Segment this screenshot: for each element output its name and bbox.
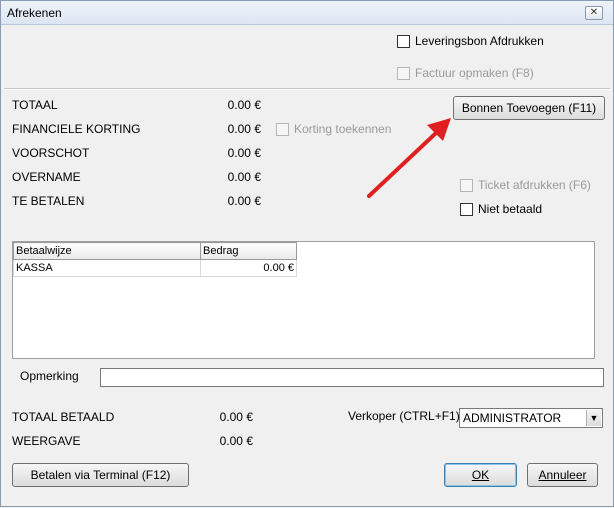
payments-grid[interactable]: Betaalwijze Bedrag KASSA 0.00 €: [12, 241, 595, 359]
totaal-betaald-label: TOTAAL BETAALD: [12, 410, 115, 424]
grid-header-row: Betaalwijze Bedrag: [13, 242, 297, 260]
te-betalen-label: TE BETALEN: [12, 194, 85, 208]
niet-betaald-checkbox[interactable]: Niet betaald: [460, 202, 542, 216]
divider: [4, 88, 610, 90]
checkbox-box: [397, 66, 410, 80]
ok-label: OK: [471, 468, 490, 482]
ticket-afdrukken-checkbox: Ticket afdrukken (F6): [460, 178, 591, 192]
column-header-bedrag[interactable]: Bedrag: [200, 242, 297, 260]
niet-betaald-label: Niet betaald: [478, 202, 543, 216]
factuur-checkbox: Factuur opmaken (F8): [397, 66, 534, 80]
voorschot-value: 0.00 €: [227, 146, 261, 160]
weergave-label: WEERGAVE: [12, 434, 81, 448]
annuleer-button[interactable]: Annuleer: [527, 463, 598, 487]
title-bar[interactable]: Afrekenen ✕: [1, 1, 613, 25]
payment-method-cell[interactable]: KASSA: [13, 259, 201, 277]
betalen-terminal-button[interactable]: Betalen via Terminal (F12): [12, 463, 189, 487]
voorschot-label: VOORSCHOT: [12, 146, 90, 160]
ok-button[interactable]: OK: [444, 463, 517, 487]
totaal-label: TOTAAL: [12, 98, 58, 112]
korting-toekennen-label: Korting toekennen: [294, 122, 392, 136]
leveringsbon-label: Leveringsbon Afdrukken: [415, 34, 544, 48]
totaal-betaald-value: 0.00 €: [219, 410, 253, 424]
ticket-afdrukken-label: Ticket afdrukken (F6): [478, 178, 591, 192]
checkbox-box: [276, 122, 289, 136]
korting-toekennen-checkbox: Korting toekennen: [276, 122, 391, 136]
korting-label: FINANCIELE KORTING: [12, 122, 141, 136]
opmerking-input[interactable]: [100, 368, 604, 387]
checkbox-box: [460, 178, 473, 192]
payments-table: Betaalwijze Bedrag KASSA 0.00 €: [13, 242, 297, 277]
table-row[interactable]: KASSA 0.00 €: [13, 259, 297, 277]
verkoper-select[interactable]: ADMINISTRATOR ▼: [459, 408, 603, 428]
annuleer-label: Annuleer: [538, 468, 587, 482]
totaal-value: 0.00 €: [227, 98, 261, 112]
leveringsbon-checkbox[interactable]: Leveringsbon Afdrukken: [397, 34, 544, 48]
factuur-label: Factuur opmaken (F8): [415, 66, 534, 80]
korting-value: 0.00 €: [227, 122, 261, 136]
opmerking-label: Opmerking: [20, 369, 79, 383]
checkbox-box[interactable]: [460, 202, 473, 216]
chevron-down-icon[interactable]: ▼: [586, 410, 601, 426]
overname-value: 0.00 €: [227, 170, 261, 184]
arrow-head: [427, 118, 451, 141]
te-betalen-value: 0.00 €: [227, 194, 261, 208]
verkoper-selected-value: ADMINISTRATOR: [463, 411, 562, 425]
overname-label: OVERNAME: [12, 170, 81, 184]
window-title: Afrekenen: [7, 6, 62, 20]
checkout-dialog: Afrekenen ✕ Leveringsbon Afdrukken Factu…: [0, 0, 614, 507]
weergave-value: 0.00 €: [219, 434, 253, 448]
arrow-shaft: [367, 131, 438, 198]
checkbox-box[interactable]: [397, 34, 410, 48]
payment-amount-cell[interactable]: 0.00 €: [200, 259, 297, 277]
bonnen-toevoegen-button[interactable]: Bonnen Toevoegen (F11): [453, 96, 605, 120]
verkoper-label: Verkoper (CTRL+F1): [348, 409, 460, 423]
close-icon[interactable]: ✕: [585, 6, 603, 20]
column-header-betaalwijze[interactable]: Betaalwijze: [13, 242, 201, 260]
